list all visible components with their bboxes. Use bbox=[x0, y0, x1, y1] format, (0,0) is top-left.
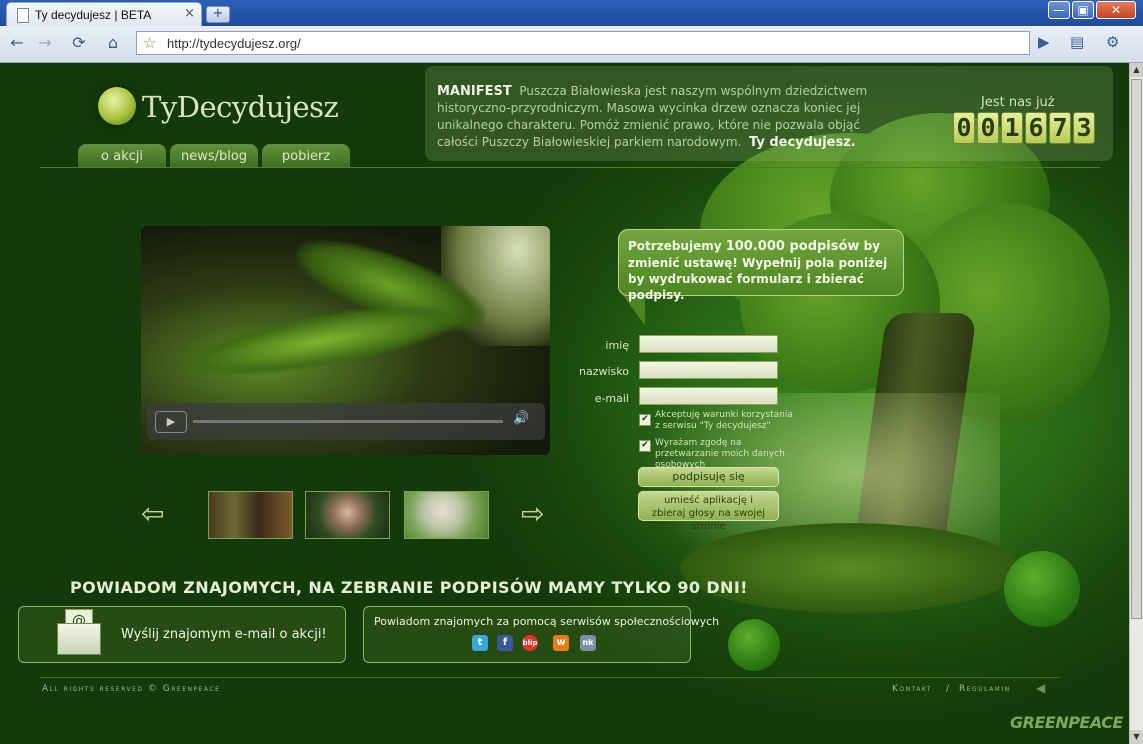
twitter-icon[interactable]: t bbox=[472, 635, 488, 651]
footer-separator: / bbox=[946, 684, 951, 694]
sign-button[interactable]: podpisuję się bbox=[638, 467, 779, 487]
carousel-prev-arrow-icon[interactable]: ⇦ bbox=[141, 497, 164, 530]
name-input[interactable] bbox=[639, 335, 778, 353]
envelope-body bbox=[57, 623, 101, 655]
petition-bubble: Potrzebujemy 100.000 podpisów by zmienić… bbox=[618, 229, 904, 302]
new-tab-button[interactable]: + bbox=[206, 6, 230, 23]
reload-icon[interactable]: ⟳ bbox=[68, 32, 90, 54]
scroll-up-arrow-icon[interactable]: ▲ bbox=[1130, 63, 1143, 77]
terms-checkbox[interactable]: ✔ bbox=[639, 414, 651, 426]
email-input[interactable] bbox=[639, 387, 778, 405]
address-bar[interactable]: ☆ http://tydecydujesz.org/ bbox=[136, 31, 1030, 55]
facebook-icon[interactable]: f bbox=[497, 635, 513, 651]
video-progress-bar[interactable] bbox=[193, 420, 503, 423]
surname-label: nazwisko bbox=[579, 365, 629, 378]
decorative-orb bbox=[728, 619, 780, 671]
carousel-next-arrow-icon[interactable]: ⇨ bbox=[521, 497, 544, 530]
terms-label: Akceptuję warunki korzystania z serwisu … bbox=[655, 410, 793, 431]
nav-tab-pobierz[interactable]: pobierz bbox=[262, 144, 350, 168]
copyright: All rights reserved © Greenpeace bbox=[42, 684, 221, 694]
tab-title: Ty decydujesz | BETA bbox=[35, 8, 152, 22]
decorative-orb bbox=[1004, 551, 1080, 627]
volume-icon[interactable]: 🔊 bbox=[513, 411, 529, 426]
close-window-button[interactable]: ✕ bbox=[1096, 1, 1136, 19]
contact-link[interactable]: Kontakt bbox=[892, 684, 932, 694]
footer-divider bbox=[40, 677, 1060, 678]
scrollbar-thumb[interactable] bbox=[1131, 79, 1142, 619]
nav-tab-o-akcji[interactable]: o akcji bbox=[78, 144, 166, 168]
maximize-button[interactable]: ▣ bbox=[1072, 1, 1094, 19]
nav-tab-news-blog[interactable]: news/blog bbox=[170, 144, 258, 168]
surname-input[interactable] bbox=[639, 361, 778, 379]
go-icon[interactable]: ▶ bbox=[1038, 33, 1050, 51]
minimize-button[interactable]: — bbox=[1048, 1, 1070, 19]
counter-digit: 3 bbox=[1073, 112, 1095, 144]
bookmark-star-icon[interactable]: ☆ bbox=[143, 34, 156, 52]
vertical-scrollbar[interactable]: ▲ ▼ bbox=[1129, 63, 1143, 744]
scroll-down-arrow-icon[interactable]: ▼ bbox=[1130, 730, 1143, 744]
data-consent-checkbox[interactable]: ✔ bbox=[639, 440, 651, 452]
tools-menu-icon[interactable]: ⚙ bbox=[1106, 33, 1119, 51]
logo-icon bbox=[98, 87, 136, 125]
social-panel-text: Powiadom znajomych za pomocą serwisów sp… bbox=[374, 615, 720, 628]
envelope-icon: @ bbox=[57, 609, 101, 655]
video-frame-moss bbox=[178, 292, 464, 390]
site-logo[interactable]: TyDecydujesz bbox=[142, 90, 339, 124]
browser-tab[interactable]: Ty decydujesz | BETA × bbox=[6, 2, 202, 26]
page-icon bbox=[17, 8, 29, 23]
counter-digit: 6 bbox=[1025, 112, 1047, 144]
home-icon[interactable]: ⌂ bbox=[102, 32, 124, 54]
manifest-text: MANIFEST Puszcza Białowieska jest naszym… bbox=[437, 83, 897, 151]
email-friends-link[interactable]: Wyślij znajomym e-mail o akcji! bbox=[121, 627, 327, 642]
wykop-icon[interactable]: w bbox=[553, 635, 569, 651]
notify-heading: POWIADOM ZNAJOMYCH, NA ZEBRANIE PODPISÓW… bbox=[70, 578, 748, 597]
page-menu-icon[interactable]: ▤ bbox=[1070, 33, 1084, 51]
email-label: e-mail bbox=[594, 392, 629, 405]
forest-ground bbox=[680, 523, 1020, 613]
browser-titlebar: Ty decydujesz | BETA × + — ▣ ✕ bbox=[0, 0, 1143, 26]
browser-toolbar: ← → ⟳ ⌂ ☆ http://tydecydujesz.org/ ▶ ▤ ⚙ bbox=[0, 26, 1143, 63]
rules-link[interactable]: Regulamin bbox=[959, 684, 1011, 694]
signature-counter: 0 0 1 6 7 3 bbox=[953, 112, 1095, 144]
counter-label: Jest nas już bbox=[981, 95, 1055, 110]
blip-icon[interactable]: blip bbox=[522, 635, 538, 651]
sound-toggle-icon[interactable]: ◀ bbox=[1036, 681, 1045, 695]
forward-icon[interactable]: → bbox=[34, 32, 56, 54]
counter-digit: 0 bbox=[977, 112, 999, 144]
video-thumbnail[interactable] bbox=[305, 491, 390, 539]
video-thumbnail[interactable] bbox=[208, 491, 293, 539]
back-icon[interactable]: ← bbox=[6, 32, 28, 54]
header-divider bbox=[40, 167, 1100, 168]
play-button[interactable]: ▶ bbox=[155, 411, 187, 433]
manifest-closing: Ty decydujesz. bbox=[749, 135, 856, 150]
video-thumbnail[interactable] bbox=[404, 491, 489, 539]
embed-app-button[interactable]: umieść aplikację i zbieraj głosy na swoj… bbox=[638, 491, 779, 532]
bubble-highlight: 100.000 podpisów bbox=[725, 239, 860, 254]
url-text[interactable]: http://tydecydujesz.org/ bbox=[167, 36, 301, 51]
manifest-label: MANIFEST bbox=[437, 84, 512, 99]
counter-digit: 0 bbox=[953, 112, 975, 144]
greenpeace-logo: GREENPEACE bbox=[1010, 713, 1123, 732]
tab-close-icon[interactable]: × bbox=[184, 6, 195, 21]
counter-digit: 1 bbox=[1001, 112, 1023, 144]
bubble-prefix: Potrzebujemy bbox=[628, 239, 722, 253]
video-controls: ▶ 🔊 bbox=[147, 403, 545, 440]
nk-icon[interactable]: nk bbox=[580, 635, 596, 651]
name-label: imię bbox=[605, 339, 629, 352]
counter-digit: 7 bbox=[1049, 112, 1071, 144]
web-page: TyDecydujesz o akcji news/blog pobierz M… bbox=[0, 63, 1129, 744]
